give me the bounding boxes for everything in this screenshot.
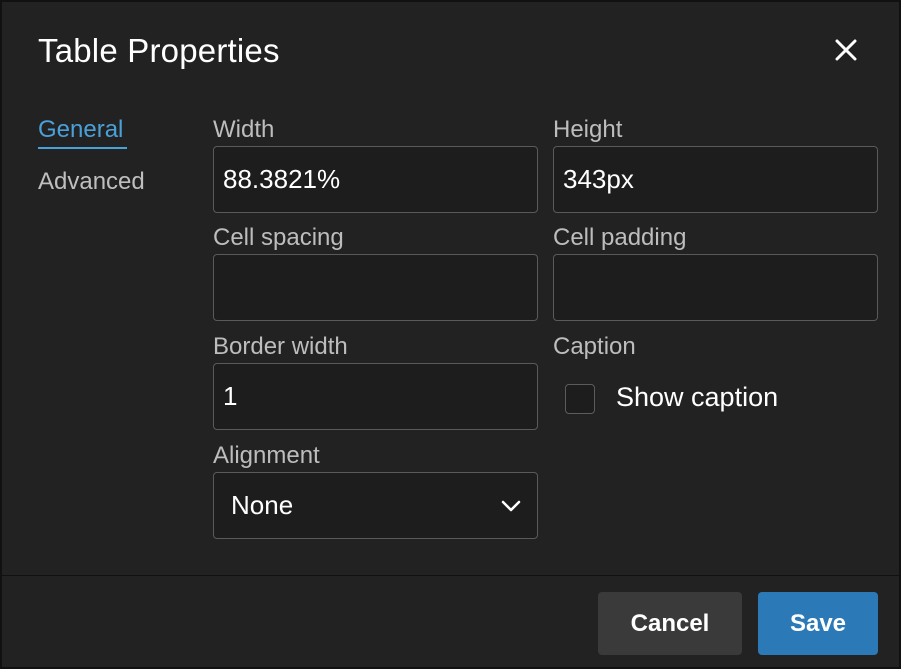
table-properties-dialog: Table Properties General Advanced Width … xyxy=(0,0,901,669)
caption-label: Caption xyxy=(553,333,636,360)
width-value: 88.3821% xyxy=(223,164,341,194)
show-caption-checkbox[interactable] xyxy=(565,384,595,414)
border-width-input[interactable]: 1 xyxy=(213,363,538,430)
nav-tab-advanced[interactable]: Advanced xyxy=(38,168,145,196)
footer-divider xyxy=(2,575,901,576)
border-width-label: Border width xyxy=(213,333,348,360)
show-caption-label[interactable]: Show caption xyxy=(616,382,778,413)
save-button[interactable]: Save xyxy=(758,592,878,655)
chevron-down-icon xyxy=(501,500,521,511)
cell-spacing-label: Cell spacing xyxy=(213,224,344,251)
cell-padding-label: Cell padding xyxy=(553,224,687,251)
alignment-select[interactable]: None xyxy=(213,472,538,539)
height-value: 343px xyxy=(563,164,634,194)
dialog-title: Table Properties xyxy=(38,32,280,69)
height-input[interactable]: 343px xyxy=(553,146,878,213)
width-input[interactable]: 88.3821% xyxy=(213,146,538,213)
width-label: Width xyxy=(213,116,275,143)
close-button[interactable] xyxy=(828,32,864,68)
alignment-value: None xyxy=(231,490,294,520)
cell-spacing-input[interactable] xyxy=(213,254,538,321)
active-tab-indicator xyxy=(38,147,127,149)
nav-tab-general[interactable]: General xyxy=(38,116,123,144)
close-icon xyxy=(835,39,857,61)
border-width-value: 1 xyxy=(223,381,238,411)
cell-padding-input[interactable] xyxy=(553,254,878,321)
height-label: Height xyxy=(553,116,623,143)
cancel-button[interactable]: Cancel xyxy=(598,592,742,655)
alignment-label: Alignment xyxy=(213,442,320,469)
